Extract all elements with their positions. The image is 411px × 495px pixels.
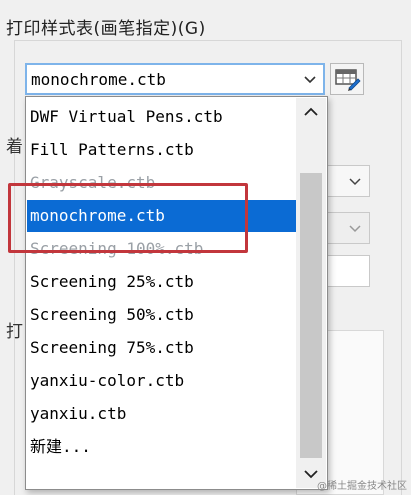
- plot-style-dropdown-list[interactable]: DWF Virtual Pens.ctb Fill Patterns.ctb G…: [25, 96, 328, 490]
- side-label-top: 着: [6, 137, 23, 157]
- scrollbar-thumb[interactable]: [300, 173, 322, 458]
- watermark: @稀土掘金技术社区: [317, 481, 407, 492]
- list-item[interactable]: yanxiu.ctb: [27, 398, 298, 430]
- chevron-down-icon: [349, 225, 361, 233]
- list-item[interactable]: Fill Patterns.ctb: [27, 134, 298, 166]
- pen-table-edit-icon: [335, 69, 361, 91]
- chevron-down-icon: [304, 76, 316, 84]
- list-item[interactable]: Screening 25%.ctb: [27, 266, 298, 298]
- list-item-new[interactable]: 新建...: [27, 431, 298, 463]
- edit-plot-style-button[interactable]: [330, 63, 364, 95]
- list-item[interactable]: Screening 100%.ctb: [27, 233, 298, 265]
- chevron-down-icon: [349, 178, 361, 186]
- plot-style-combo[interactable]: monochrome.ctb: [25, 63, 325, 95]
- group-title: 打印样式表(画笔指定)(G): [6, 19, 206, 39]
- list-item[interactable]: DWF Virtual Pens.ctb: [27, 101, 298, 133]
- list-item-selected[interactable]: monochrome.ctb: [27, 200, 298, 232]
- list-item[interactable]: Screening 75%.ctb: [27, 332, 298, 364]
- scroll-up-arrow-icon[interactable]: [296, 98, 326, 126]
- list-item[interactable]: yanxiu-color.ctb: [27, 365, 298, 397]
- combo-selected-value: monochrome.ctb: [31, 70, 166, 89]
- list-item[interactable]: Grayscale.ctb: [27, 167, 298, 199]
- list-item[interactable]: Screening 50%.ctb: [27, 299, 298, 331]
- side-label-bottom: 打: [6, 322, 23, 342]
- vertical-scrollbar[interactable]: [296, 98, 326, 488]
